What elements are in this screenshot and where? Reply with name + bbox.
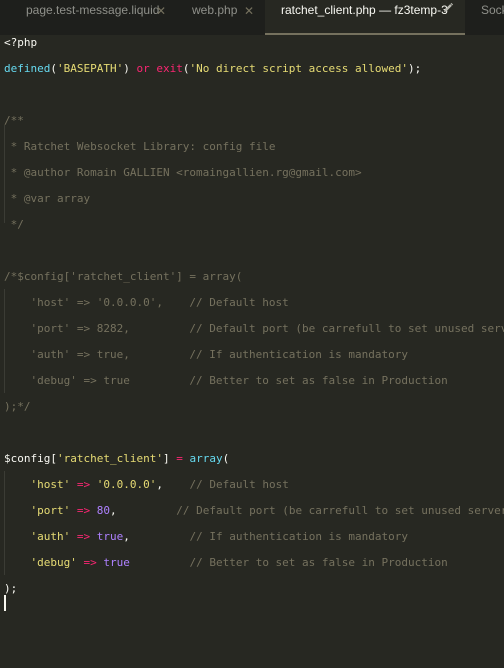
code-token: , (156, 478, 190, 491)
tab-page-test-message[interactable]: page.test-message.liquid ✕ (0, 0, 180, 35)
code-line: 'auth' => true, // If authentication is … (4, 346, 408, 364)
code-token: 'debug' (30, 556, 77, 569)
code-token: * @author Romain GALLIEN <romaingallien.… (4, 166, 362, 179)
code-token: * Ratchet Websocket Library: config file (4, 140, 276, 153)
code-token: => (76, 504, 91, 517)
code-token: /** (4, 114, 24, 127)
code-line: /** (4, 112, 24, 130)
code-token: 'ratchet_client' (56, 452, 163, 465)
code-token: 'host' => '0.0.0.0', // Default host (4, 296, 289, 309)
code-token: [ (50, 452, 57, 465)
code-line: * @author Romain GALLIEN <romaingallien.… (4, 164, 362, 182)
tab-sock[interactable]: Sock (465, 0, 504, 35)
code-token: ); (408, 62, 422, 75)
code-token: 'auth' => true, // If authentication is … (4, 348, 408, 361)
close-icon[interactable]: ✕ (244, 1, 254, 21)
code-token: true (103, 556, 130, 569)
tab-label: page.test-message.liquid (26, 3, 160, 17)
code-line: defined('BASEPATH') or exit('No direct s… (4, 60, 421, 78)
code-token: */ (4, 218, 24, 231)
code-token: ); (4, 582, 18, 595)
code-token: ( (50, 62, 57, 75)
code-line: 'auth' => true, // If authentication is … (4, 528, 409, 546)
code-token: array (189, 452, 223, 465)
code-token: '0.0.0.0' (96, 478, 157, 491)
code-line: 'port' => 80, // Default port (be carref… (4, 502, 504, 520)
tab-web-php[interactable]: web.php ✕ (180, 0, 265, 35)
code-token: defined (4, 62, 51, 75)
code-token: // Default port (be carrefull to set unu… (176, 504, 504, 517)
code-editor[interactable]: <?php defined('BASEPATH') or exit('No di… (0, 35, 504, 668)
code-line: );*/ (4, 398, 31, 416)
code-token: 'BASEPATH' (56, 62, 124, 75)
code-token: * @var array (4, 192, 91, 205)
code-token: => (76, 530, 91, 543)
code-line: 'host' => '0.0.0.0', // Default host (4, 476, 289, 494)
tab-bar: page.test-message.liquid ✕ web.php ✕ rat… (0, 0, 504, 35)
code-line: 'host' => '0.0.0.0', // Default host (4, 294, 289, 312)
code-token: 80 (96, 504, 110, 517)
tab-label: ratchet_client.php — fz3temp-3 (281, 3, 448, 17)
code-line: /*$config['ratchet_client'] = array( (4, 268, 242, 286)
tab-label: Sock (481, 3, 504, 17)
tab-label: web.php (192, 3, 238, 17)
pencil-icon[interactable] (442, 2, 454, 14)
close-icon[interactable]: ✕ (156, 1, 166, 21)
code-token: 'host' (30, 478, 71, 491)
code-token: => (83, 556, 97, 569)
code-token: 'port' => 8282, // Default port (be carr… (30, 322, 504, 335)
code-token: 'auth' (30, 530, 71, 543)
code-line: 'port' => 8282, // Default port (be carr… (4, 320, 504, 338)
code-token: 'debug' => true // Better to set as fals… (4, 374, 448, 387)
code-line: * Ratchet Websocket Library: config file (4, 138, 276, 156)
code-token: ) (123, 62, 137, 75)
code-line: 'debug' => true // Better to set as fals… (4, 554, 448, 572)
editor-window: page.test-message.liquid ✕ web.php ✕ rat… (0, 0, 504, 668)
code-token: $config (4, 452, 51, 465)
code-token: , (123, 530, 190, 543)
code-token: ( (222, 452, 230, 465)
code-token: true (96, 530, 124, 543)
code-token: exit (156, 62, 183, 75)
code-line: */ (4, 216, 24, 234)
code-token: // Default host (189, 478, 289, 491)
code-token: , (110, 504, 177, 517)
tab-ratchet-client[interactable]: ratchet_client.php — fz3temp-3 (265, 0, 465, 35)
code-line: * @var array (4, 190, 90, 208)
code-token: // If authentication is mandatory (189, 530, 409, 543)
code-token: ] (162, 452, 177, 465)
code-line: $config['ratchet_client'] = array( (4, 450, 229, 468)
code-token: or (136, 62, 150, 75)
code-token: = (176, 452, 183, 465)
code-token: // Better to set as false in Production (189, 556, 448, 569)
code-token: => (76, 478, 91, 491)
text-cursor (4, 595, 6, 611)
code-token: );*/ (4, 400, 31, 413)
code-token: /*$config['ratchet_client'] = array( (4, 270, 243, 283)
code-token: 'No direct script access allowed' (189, 62, 409, 75)
code-line: <?php (4, 35, 37, 52)
code-token: <?php (4, 36, 38, 49)
code-line: 'debug' => true // Better to set as fals… (4, 372, 448, 390)
code-token: 'port' (30, 504, 71, 517)
